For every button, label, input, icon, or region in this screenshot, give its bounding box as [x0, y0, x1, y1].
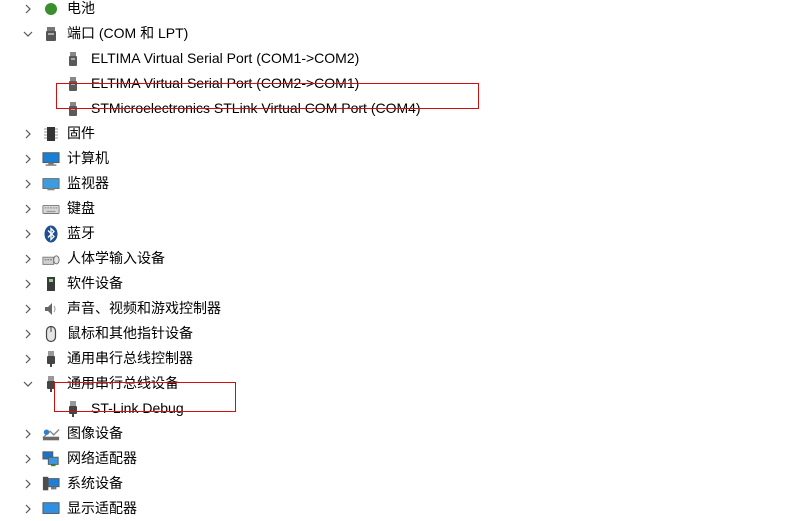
tree-item-label: 网络适配器 — [67, 450, 137, 466]
chevron-down-icon[interactable] — [20, 21, 36, 46]
chevron-right-icon[interactable] — [20, 446, 36, 471]
tree-item-st-link-debug[interactable]: ST-Link Debug — [0, 396, 802, 421]
display-adapter-icon — [42, 500, 60, 518]
chevron-right-icon[interactable] — [20, 171, 36, 196]
tree-item-sound-video-game[interactable]: 声音、视频和游戏控制器 — [0, 296, 802, 321]
computer-icon — [42, 150, 60, 168]
tree-item-monitor[interactable]: 监视器 — [0, 171, 802, 196]
chevron-right-icon[interactable] — [20, 321, 36, 346]
tree-item-label: 显示适配器 — [67, 500, 137, 516]
tree-item-usb-devices[interactable]: 通用串行总线设备 — [0, 371, 802, 396]
tree-item-label: 固件 — [67, 125, 95, 141]
chevron-right-icon[interactable] — [20, 146, 36, 171]
tree-item-display-adapters[interactable]: 显示适配器 — [0, 496, 802, 521]
chevron-right-icon[interactable] — [20, 121, 36, 146]
tree-item-label: 计算机 — [67, 150, 109, 166]
tree-item-label: 图像设备 — [67, 425, 123, 441]
tree-item-eltima-com2[interactable]: ELTIMA Virtual Serial Port (COM2->COM1) — [0, 71, 802, 96]
tree-item-label: ELTIMA Virtual Serial Port (COM1->COM2) — [91, 50, 360, 66]
tree-item-computer[interactable]: 计算机 — [0, 146, 802, 171]
usb-icon — [42, 350, 60, 368]
tree-item-label: 键盘 — [67, 200, 95, 216]
tree-item-label: 蓝牙 — [67, 225, 95, 241]
tree-item-label: ELTIMA Virtual Serial Port (COM2->COM1) — [91, 75, 360, 91]
camera-icon — [42, 425, 60, 443]
chevron-down-icon[interactable] — [20, 371, 36, 396]
device-tree: 电池 端口 (COM 和 LPT) ELTIMA Virtual Serial … — [0, 0, 802, 521]
chevron-right-icon[interactable] — [20, 346, 36, 371]
chevron-right-icon[interactable] — [20, 221, 36, 246]
tree-item-network-adapters[interactable]: 网络适配器 — [0, 446, 802, 471]
tree-item-keyboard[interactable]: 键盘 — [0, 196, 802, 221]
tree-item-firmware[interactable]: 固件 — [0, 121, 802, 146]
tree-item-label: 通用串行总线控制器 — [67, 350, 193, 366]
chevron-right-icon[interactable] — [20, 0, 36, 21]
chevron-right-icon[interactable] — [20, 496, 36, 521]
tree-item-label: 监视器 — [67, 175, 109, 191]
tree-item-label: 鼠标和其他指针设备 — [67, 325, 193, 341]
tree-item-label: 电池 — [67, 0, 95, 16]
tree-item-label: 软件设备 — [67, 275, 123, 291]
tree-item-stlink-com4[interactable]: STMicroelectronics STLink Virtual COM Po… — [0, 96, 802, 121]
hid-icon — [42, 250, 60, 268]
chevron-right-icon[interactable] — [20, 296, 36, 321]
tree-item-bluetooth[interactable]: 蓝牙 — [0, 221, 802, 246]
mouse-icon — [42, 325, 60, 343]
tree-item-mouse[interactable]: 鼠标和其他指针设备 — [0, 321, 802, 346]
tree-item-hid[interactable]: 人体学输入设备 — [0, 246, 802, 271]
tree-item-eltima-com1[interactable]: ELTIMA Virtual Serial Port (COM1->COM2) — [0, 46, 802, 71]
chevron-right-icon[interactable] — [20, 471, 36, 496]
tree-item-label: 端口 (COM 和 LPT) — [67, 25, 189, 41]
chevron-right-icon[interactable] — [20, 196, 36, 221]
firmware-icon — [42, 125, 60, 143]
tree-item-label: 声音、视频和游戏控制器 — [67, 300, 221, 316]
tree-item-label: 通用串行总线设备 — [67, 375, 179, 391]
chevron-right-icon[interactable] — [20, 421, 36, 446]
port-icon — [64, 50, 82, 68]
monitor-icon — [42, 175, 60, 193]
tree-item-imaging[interactable]: 图像设备 — [0, 421, 802, 446]
tree-item-usb-controllers[interactable]: 通用串行总线控制器 — [0, 346, 802, 371]
tree-item-label: STMicroelectronics STLink Virtual COM Po… — [91, 100, 421, 116]
chevron-right-icon[interactable] — [20, 246, 36, 271]
usb-icon — [64, 400, 82, 418]
port-icon — [42, 25, 60, 43]
speaker-icon — [42, 300, 60, 318]
tree-item-label: 人体学输入设备 — [67, 250, 165, 266]
bluetooth-icon — [42, 225, 60, 243]
keyboard-icon — [42, 200, 60, 218]
port-icon — [64, 100, 82, 118]
tree-item-software-device[interactable]: 软件设备 — [0, 271, 802, 296]
network-adapter-icon — [42, 450, 60, 468]
system-device-icon — [42, 475, 60, 493]
port-icon — [64, 75, 82, 93]
tree-item-battery[interactable]: 电池 — [0, 0, 802, 21]
tree-item-label: 系统设备 — [67, 475, 123, 491]
battery-icon — [42, 0, 60, 18]
tree-item-label: ST-Link Debug — [91, 400, 184, 416]
tree-item-ports[interactable]: 端口 (COM 和 LPT) — [0, 21, 802, 46]
software-device-icon — [42, 275, 60, 293]
tree-item-system-devices[interactable]: 系统设备 — [0, 471, 802, 496]
chevron-right-icon[interactable] — [20, 271, 36, 296]
usb-icon — [42, 375, 60, 393]
